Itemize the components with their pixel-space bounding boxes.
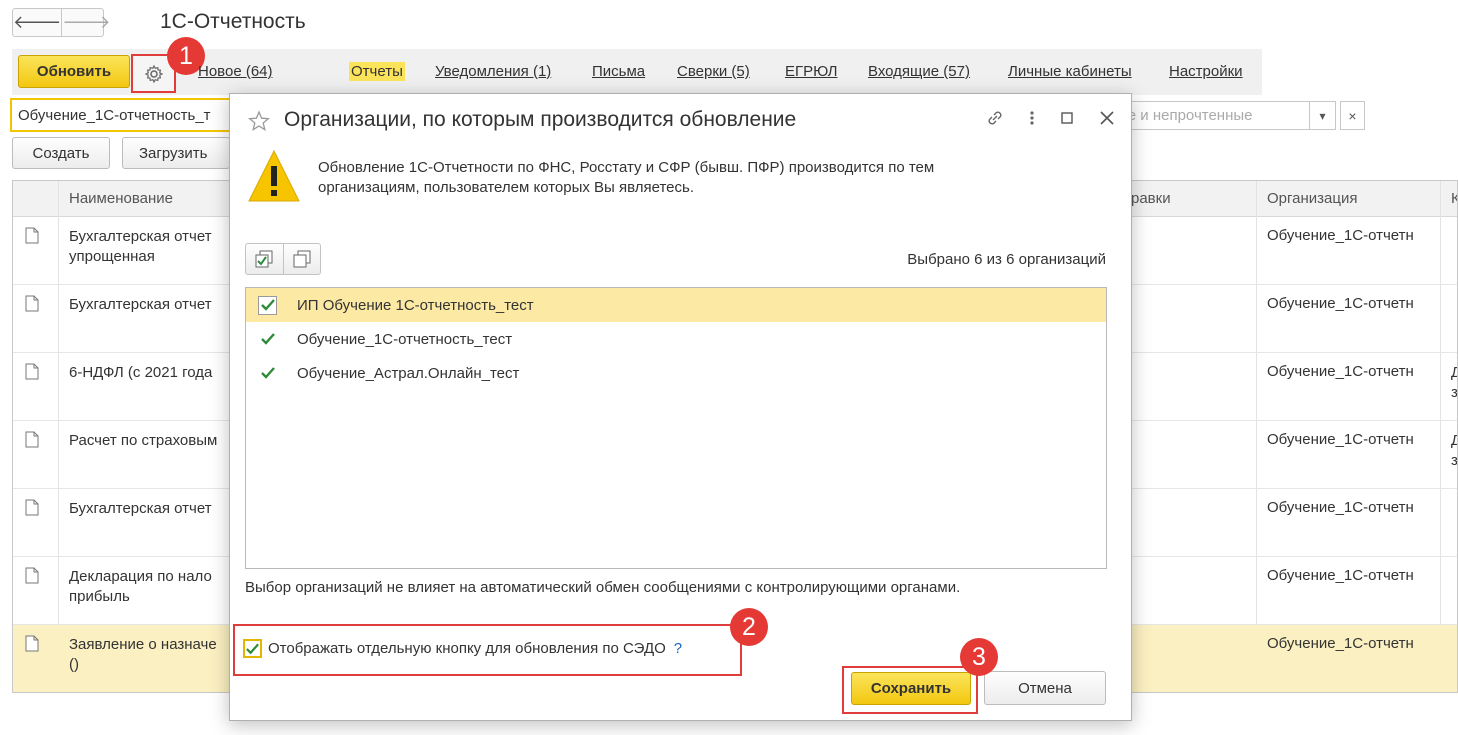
row-organization: Обучение_1С-отчетн (1267, 635, 1414, 652)
org-name: Обучение_Астрал.Онлайн_тест (297, 364, 520, 382)
tab-incoming[interactable]: Входящие (57) (868, 63, 970, 80)
row-organization: Обучение_1С-отчетн (1267, 431, 1414, 448)
row-organization: Обучение_1С-отчетн (1267, 567, 1414, 584)
marker-2: 2 (730, 608, 768, 646)
selected-count: Выбрано 6 из 6 организаций (907, 251, 1106, 268)
org-checkbox[interactable] (258, 295, 277, 315)
organizations-dialog: Организации, по которым производится обн… (229, 93, 1132, 721)
new-link[interactable]: Новое (64) (198, 63, 273, 80)
document-icon (25, 635, 39, 652)
row-organization: Обучение_1С-отчетн (1267, 363, 1414, 380)
column-k[interactable]: К (1451, 190, 1457, 207)
help-icon[interactable]: ? (674, 640, 682, 657)
tab-reconciliations[interactable]: Сверки (5) (677, 63, 750, 80)
checkmark-icon (260, 367, 275, 379)
favorite-star-icon[interactable] (248, 110, 270, 132)
checkmark-icon (260, 333, 275, 345)
row-organization: Обучение_1С-отчетн (1267, 295, 1414, 312)
row-extra: Д з (1451, 432, 1458, 469)
more-options-icon[interactable] (1029, 108, 1035, 128)
row-name: Бухгалтерская отчет (69, 500, 212, 517)
selection-buttons (245, 243, 321, 275)
refresh-button[interactable]: Обновить (18, 55, 130, 88)
link-icon[interactable] (985, 108, 1005, 128)
checkmark-icon (260, 299, 275, 311)
row-name: Бухгалтерская отчет упрощенная (69, 228, 212, 265)
list-item[interactable]: Обучение_1С-отчетность_тест (246, 322, 1106, 356)
row-name: Декларация по нало прибыль (69, 568, 212, 605)
marker-3: 3 (960, 638, 998, 676)
tab-settings[interactable]: Настройки (1169, 63, 1243, 80)
tab-reports[interactable]: Отчеты (349, 62, 405, 81)
save-button[interactable]: Сохранить (851, 672, 971, 705)
sedo-checkbox[interactable] (243, 639, 262, 658)
nav-buttons: 🡐 🡒 (12, 8, 111, 37)
sedo-checkbox-label[interactable]: Отображать отдельную кнопку для обновлен… (268, 640, 666, 657)
gear-icon (144, 64, 163, 83)
maximize-icon[interactable] (1059, 108, 1075, 128)
list-item[interactable]: ИП Обучение 1С-отчетность_тест (246, 288, 1106, 322)
forward-arrow-icon[interactable]: 🡒 (61, 9, 111, 36)
back-arrow-icon[interactable]: 🡐 (13, 9, 61, 36)
document-icon (25, 499, 39, 516)
document-icon (25, 295, 39, 312)
column-name[interactable]: Наименование (69, 190, 173, 207)
dialog-title: Организации, по которым производится обн… (284, 108, 797, 131)
tab-letters[interactable]: Письма (592, 63, 645, 80)
document-icon (25, 567, 39, 584)
sedo-option: Отображать отдельную кнопку для обновлен… (243, 639, 682, 658)
note-text: Выбор организаций не влияет на автоматич… (245, 579, 961, 596)
org-checkbox[interactable] (258, 330, 277, 349)
document-icon (25, 431, 39, 448)
close-icon[interactable] (1099, 108, 1115, 128)
create-button[interactable]: Создать (12, 137, 110, 169)
row-organization: Обучение_1С-отчетн (1267, 227, 1414, 244)
column-corrections[interactable]: равки (1131, 190, 1171, 207)
check-all-button[interactable] (246, 244, 283, 274)
org-name: Обучение_1С-отчетность_тест (297, 330, 513, 348)
row-name: Бухгалтерская отчет (69, 296, 212, 313)
clear-icon[interactable]: × (1340, 101, 1365, 130)
status-filter: ые и непрочтенные ▾ × (1110, 101, 1365, 130)
tab-egrul[interactable]: ЕГРЮЛ (785, 63, 837, 80)
row-extra: Д з (1451, 364, 1458, 401)
cancel-button[interactable]: Отмена (984, 671, 1106, 705)
organizations-list: ИП Обучение 1С-отчетность_тест Обучение_… (245, 287, 1107, 569)
tab-personal-accounts[interactable]: Личные кабинеты (1008, 63, 1132, 80)
dialog-window-controls (985, 108, 1115, 128)
document-icon (25, 227, 39, 244)
dropdown-icon[interactable]: ▾ (1310, 101, 1336, 130)
uncheck-all-icon (293, 250, 311, 268)
row-name: 6-НДФЛ (с 2021 года (69, 364, 213, 381)
warning-icon (248, 149, 300, 202)
list-item[interactable]: Обучение_Астрал.Онлайн_тест (246, 356, 1106, 390)
load-button[interactable]: Загрузить (122, 137, 230, 169)
app-title: 1С-Отчетность (160, 10, 306, 33)
warning-text: Обновление 1С-Отчетности по ФНС, Росстат… (318, 159, 935, 196)
org-name: ИП Обучение 1С-отчетность_тест (297, 296, 534, 314)
column-organization[interactable]: Организация (1267, 190, 1357, 207)
row-name: Заявление о назначе () (69, 636, 217, 673)
row-name: Расчет по страховым (69, 432, 218, 449)
tab-notifications[interactable]: Уведомления (1) (435, 63, 551, 80)
row-organization: Обучение_1С-отчетн (1267, 499, 1414, 516)
org-checkbox[interactable] (258, 364, 277, 383)
document-icon (25, 363, 39, 380)
organization-filter[interactable]: Обучение_1С-отчетность_т (10, 98, 240, 132)
check-all-icon (255, 250, 273, 268)
status-filter-input[interactable]: ые и непрочтенные (1110, 101, 1310, 130)
uncheck-all-button[interactable] (282, 244, 321, 274)
checkmark-icon (246, 643, 259, 654)
